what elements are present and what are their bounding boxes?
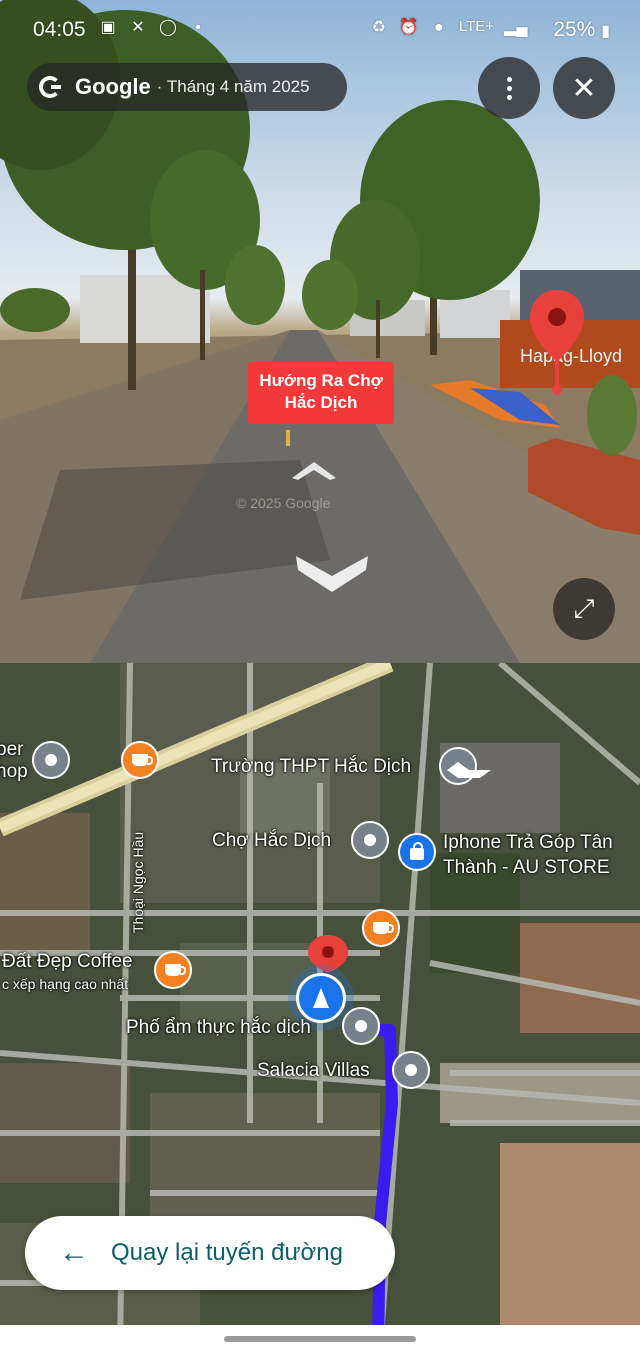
place-label[interactable]: Hướng Ra Chợ Hắc Dịch: [248, 362, 394, 424]
market-label[interactable]: Chợ Hắc Dịch: [212, 830, 331, 852]
expand-button[interactable]: ⤢: [553, 578, 615, 640]
back-to-route-button[interactable]: ← Quay lại tuyến đường: [25, 1216, 395, 1290]
school-pin-icon[interactable]: [439, 747, 491, 785]
move-forward-chevron-icon[interactable]: [290, 456, 338, 482]
google-brand: Google: [75, 74, 151, 99]
market-pin-icon[interactable]: [351, 821, 389, 859]
coffee-label[interactable]: Đất Đẹp Coffee: [2, 951, 133, 973]
gesture-handle[interactable]: [224, 1336, 416, 1342]
shop-label[interactable]: per hop: [0, 739, 28, 783]
cafe-pin-icon-2[interactable]: [362, 909, 400, 947]
current-location-marker[interactable]: [296, 973, 346, 1023]
status-bar: 04:05 ▣ ✕ ◯ • ♻ ⏰ ● LTE+ ▂▄ 25% ▮: [0, 0, 640, 60]
street-view-panel[interactable]: Hapag-Lloyd © 2025 Google 04:05 ▣ ✕ ◯ •: [0, 0, 640, 663]
school-label[interactable]: Trường THPT Hắc Dịch: [211, 756, 411, 778]
dot-icon: •: [195, 19, 201, 36]
watermark-text: © 2025 Google: [236, 495, 331, 511]
street-label: Thoại Ngọc Hầu: [130, 831, 146, 933]
map-panel[interactable]: per hop Trường THPT Hắc Dịch Chợ Hắc Dịc…: [0, 663, 640, 1351]
battery-icon: ▮: [601, 23, 610, 40]
coffee-sublabel: c xếp hạng cao nhất: [2, 976, 129, 992]
more-options-button[interactable]: [478, 57, 540, 119]
system-nav-bar: [0, 1325, 640, 1351]
coffee-pin-icon[interactable]: [154, 951, 192, 989]
destination-pin-icon[interactable]: [528, 288, 586, 396]
location-icon: ●: [434, 19, 444, 36]
store-pin-icon[interactable]: [398, 833, 436, 871]
status-time: 04:05: [33, 18, 86, 41]
lte-icon: LTE+: [458, 18, 494, 35]
shopping-bag-icon: ▣: [100, 19, 116, 36]
villas-pin-icon[interactable]: [392, 1051, 430, 1089]
store-label[interactable]: Iphone Trả Góp Tân Thành - AU STORE: [443, 830, 613, 880]
navigation-arrow-icon: [313, 988, 329, 1008]
recycle-icon: ♻: [371, 19, 387, 36]
map-destination-pin-icon[interactable]: [306, 933, 350, 975]
street-view-info-pill[interactable]: Google · Tháng 4 năm 2025: [27, 63, 347, 111]
move-back-chevron-icon[interactable]: [294, 546, 370, 596]
place-label-line2: Hắc Dịch: [284, 393, 358, 412]
google-logo-icon: [39, 76, 61, 98]
more-vert-icon: [506, 76, 512, 100]
back-to-route-label: Quay lại tuyến đường: [111, 1239, 343, 1266]
expand-icon: ⤢: [573, 593, 595, 623]
villas-label[interactable]: Salacia Villas: [257, 1060, 370, 1082]
capture-date: · Tháng 4 năm 2025: [156, 77, 310, 96]
arrow-back-icon: ←: [59, 1236, 89, 1269]
food-street-label[interactable]: Phố ẩm thực hắc dịch: [126, 1017, 311, 1039]
place-label-line1: Hướng Ra Chợ: [259, 371, 383, 390]
shop-pin-icon[interactable]: [32, 741, 70, 779]
cafe-pin-icon[interactable]: [121, 741, 159, 779]
alarm-icon: ⏰: [398, 19, 419, 36]
chrome-icon: ◯: [159, 19, 177, 36]
signal-icon: ▂▄: [504, 19, 528, 36]
close-icon: ✕: [571, 71, 597, 105]
battery-text: 25%: [553, 18, 596, 41]
close-button[interactable]: ✕: [553, 57, 615, 119]
food-street-pin-icon[interactable]: [342, 1007, 380, 1045]
missed-call-icon: ✕: [131, 19, 145, 36]
